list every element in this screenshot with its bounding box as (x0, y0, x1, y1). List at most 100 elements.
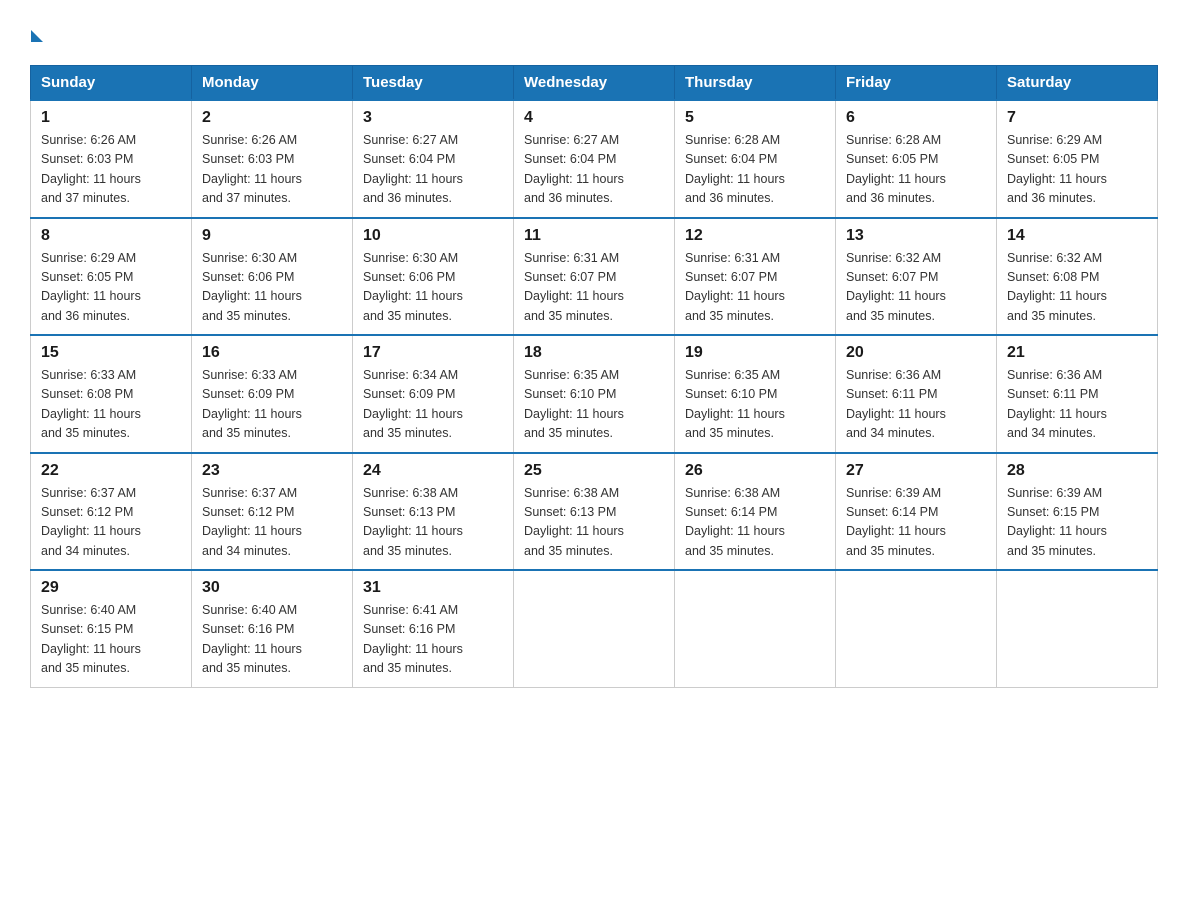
calendar-cell: 7 Sunrise: 6:29 AM Sunset: 6:05 PM Daylig… (997, 100, 1158, 218)
day-number: 13 (846, 227, 986, 245)
day-info: Sunrise: 6:38 AM Sunset: 6:13 PM Dayligh… (524, 484, 664, 562)
calendar-cell: 9 Sunrise: 6:30 AM Sunset: 6:06 PM Daylig… (192, 218, 353, 336)
day-info: Sunrise: 6:29 AM Sunset: 6:05 PM Dayligh… (41, 249, 181, 327)
calendar-cell: 3Sunrise: 6:27 AM Sunset: 6:04 PM Daylig… (353, 100, 514, 218)
week-row-3: 15 Sunrise: 6:33 AM Sunset: 6:08 PM Dayli… (31, 335, 1158, 453)
day-number: 19 (685, 344, 825, 362)
day-info: Sunrise: 6:38 AM Sunset: 6:14 PM Dayligh… (685, 484, 825, 562)
day-info: Sunrise: 6:31 AM Sunset: 6:07 PM Dayligh… (685, 249, 825, 327)
day-info: Sunrise: 6:33 AM Sunset: 6:09 PM Dayligh… (202, 366, 342, 444)
day-number: 7 (1007, 109, 1147, 127)
day-info: Sunrise: 6:32 AM Sunset: 6:08 PM Dayligh… (1007, 249, 1147, 327)
day-number: 2 (202, 109, 342, 127)
day-info: Sunrise: 6:37 AM Sunset: 6:12 PM Dayligh… (41, 484, 181, 562)
calendar-cell: 14 Sunrise: 6:32 AM Sunset: 6:08 PM Dayli… (997, 218, 1158, 336)
calendar-cell: 21Sunrise: 6:36 AM Sunset: 6:11 PM Dayli… (997, 335, 1158, 453)
day-number: 9 (202, 227, 342, 245)
day-number: 29 (41, 579, 181, 597)
header-sunday: Sunday (31, 66, 192, 101)
day-number: 18 (524, 344, 664, 362)
calendar-cell: 1Sunrise: 6:26 AM Sunset: 6:03 PM Daylig… (31, 100, 192, 218)
day-number: 5 (685, 109, 825, 127)
day-info: Sunrise: 6:27 AM Sunset: 6:04 PM Dayligh… (524, 131, 664, 209)
calendar-cell: 16 Sunrise: 6:33 AM Sunset: 6:09 PM Dayli… (192, 335, 353, 453)
calendar-cell: 25 Sunrise: 6:38 AM Sunset: 6:13 PM Dayli… (514, 453, 675, 571)
calendar-cell: 19 Sunrise: 6:35 AM Sunset: 6:10 PM Dayli… (675, 335, 836, 453)
calendar-cell: 31 Sunrise: 6:41 AM Sunset: 6:16 PM Dayli… (353, 570, 514, 687)
day-number: 12 (685, 227, 825, 245)
calendar-header-row: SundayMondayTuesdayWednesdayThursdayFrid… (31, 66, 1158, 101)
day-info: Sunrise: 6:32 AM Sunset: 6:07 PM Dayligh… (846, 249, 986, 327)
calendar-cell: 30 Sunrise: 6:40 AM Sunset: 6:16 PM Dayli… (192, 570, 353, 687)
header-wednesday: Wednesday (514, 66, 675, 101)
day-info: Sunrise: 6:31 AM Sunset: 6:07 PM Dayligh… (524, 249, 664, 327)
calendar-table: SundayMondayTuesdayWednesdayThursdayFrid… (30, 65, 1158, 688)
day-info: Sunrise: 6:36 AM Sunset: 6:11 PM Dayligh… (1007, 366, 1147, 444)
calendar-cell (675, 570, 836, 687)
day-number: 8 (41, 227, 181, 245)
day-number: 16 (202, 344, 342, 362)
day-info: Sunrise: 6:39 AM Sunset: 6:14 PM Dayligh… (846, 484, 986, 562)
day-number: 10 (363, 227, 503, 245)
day-number: 27 (846, 462, 986, 480)
calendar-cell: 26 Sunrise: 6:38 AM Sunset: 6:14 PM Dayli… (675, 453, 836, 571)
day-info: Sunrise: 6:40 AM Sunset: 6:16 PM Dayligh… (202, 601, 342, 679)
header-monday: Monday (192, 66, 353, 101)
logo-triangle-icon (31, 30, 43, 42)
calendar-cell (836, 570, 997, 687)
calendar-cell: 10 Sunrise: 6:30 AM Sunset: 6:06 PM Dayli… (353, 218, 514, 336)
logo (30, 20, 44, 47)
page-header (30, 20, 1158, 47)
calendar-cell: 27 Sunrise: 6:39 AM Sunset: 6:14 PM Dayli… (836, 453, 997, 571)
calendar-cell: 29 Sunrise: 6:40 AM Sunset: 6:15 PM Dayli… (31, 570, 192, 687)
calendar-cell: 18 Sunrise: 6:35 AM Sunset: 6:10 PM Dayli… (514, 335, 675, 453)
day-info: Sunrise: 6:30 AM Sunset: 6:06 PM Dayligh… (202, 249, 342, 327)
calendar-cell: 5 Sunrise: 6:28 AM Sunset: 6:04 PM Daylig… (675, 100, 836, 218)
day-info: Sunrise: 6:30 AM Sunset: 6:06 PM Dayligh… (363, 249, 503, 327)
day-number: 30 (202, 579, 342, 597)
calendar-cell: 28Sunrise: 6:39 AM Sunset: 6:15 PM Dayli… (997, 453, 1158, 571)
day-number: 17 (363, 344, 503, 362)
calendar-cell: 8 Sunrise: 6:29 AM Sunset: 6:05 PM Daylig… (31, 218, 192, 336)
header-tuesday: Tuesday (353, 66, 514, 101)
calendar-cell: 22Sunrise: 6:37 AM Sunset: 6:12 PM Dayli… (31, 453, 192, 571)
day-info: Sunrise: 6:37 AM Sunset: 6:12 PM Dayligh… (202, 484, 342, 562)
calendar-cell: 13 Sunrise: 6:32 AM Sunset: 6:07 PM Dayli… (836, 218, 997, 336)
calendar-cell: 17Sunrise: 6:34 AM Sunset: 6:09 PM Dayli… (353, 335, 514, 453)
day-number: 31 (363, 579, 503, 597)
day-number: 20 (846, 344, 986, 362)
day-number: 3 (363, 109, 503, 127)
day-number: 4 (524, 109, 664, 127)
calendar-cell: 20Sunrise: 6:36 AM Sunset: 6:11 PM Dayli… (836, 335, 997, 453)
calendar-cell: 15 Sunrise: 6:33 AM Sunset: 6:08 PM Dayli… (31, 335, 192, 453)
day-number: 14 (1007, 227, 1147, 245)
day-info: Sunrise: 6:39 AM Sunset: 6:15 PM Dayligh… (1007, 484, 1147, 562)
day-info: Sunrise: 6:28 AM Sunset: 6:04 PM Dayligh… (685, 131, 825, 209)
day-info: Sunrise: 6:41 AM Sunset: 6:16 PM Dayligh… (363, 601, 503, 679)
day-number: 23 (202, 462, 342, 480)
day-number: 25 (524, 462, 664, 480)
day-info: Sunrise: 6:35 AM Sunset: 6:10 PM Dayligh… (524, 366, 664, 444)
day-info: Sunrise: 6:35 AM Sunset: 6:10 PM Dayligh… (685, 366, 825, 444)
day-info: Sunrise: 6:38 AM Sunset: 6:13 PM Dayligh… (363, 484, 503, 562)
day-info: Sunrise: 6:29 AM Sunset: 6:05 PM Dayligh… (1007, 131, 1147, 209)
calendar-cell: 12 Sunrise: 6:31 AM Sunset: 6:07 PM Dayli… (675, 218, 836, 336)
calendar-cell: 11Sunrise: 6:31 AM Sunset: 6:07 PM Dayli… (514, 218, 675, 336)
day-info: Sunrise: 6:40 AM Sunset: 6:15 PM Dayligh… (41, 601, 181, 679)
day-info: Sunrise: 6:33 AM Sunset: 6:08 PM Dayligh… (41, 366, 181, 444)
day-number: 1 (41, 109, 181, 127)
week-row-5: 29 Sunrise: 6:40 AM Sunset: 6:15 PM Dayli… (31, 570, 1158, 687)
day-number: 26 (685, 462, 825, 480)
calendar-cell (997, 570, 1158, 687)
day-info: Sunrise: 6:28 AM Sunset: 6:05 PM Dayligh… (846, 131, 986, 209)
day-number: 24 (363, 462, 503, 480)
week-row-4: 22Sunrise: 6:37 AM Sunset: 6:12 PM Dayli… (31, 453, 1158, 571)
calendar-cell: 4 Sunrise: 6:27 AM Sunset: 6:04 PM Daylig… (514, 100, 675, 218)
calendar-cell: 23 Sunrise: 6:37 AM Sunset: 6:12 PM Dayli… (192, 453, 353, 571)
header-saturday: Saturday (997, 66, 1158, 101)
header-friday: Friday (836, 66, 997, 101)
calendar-cell: 2 Sunrise: 6:26 AM Sunset: 6:03 PM Daylig… (192, 100, 353, 218)
day-number: 15 (41, 344, 181, 362)
calendar-cell: 24 Sunrise: 6:38 AM Sunset: 6:13 PM Dayli… (353, 453, 514, 571)
day-info: Sunrise: 6:26 AM Sunset: 6:03 PM Dayligh… (202, 131, 342, 209)
